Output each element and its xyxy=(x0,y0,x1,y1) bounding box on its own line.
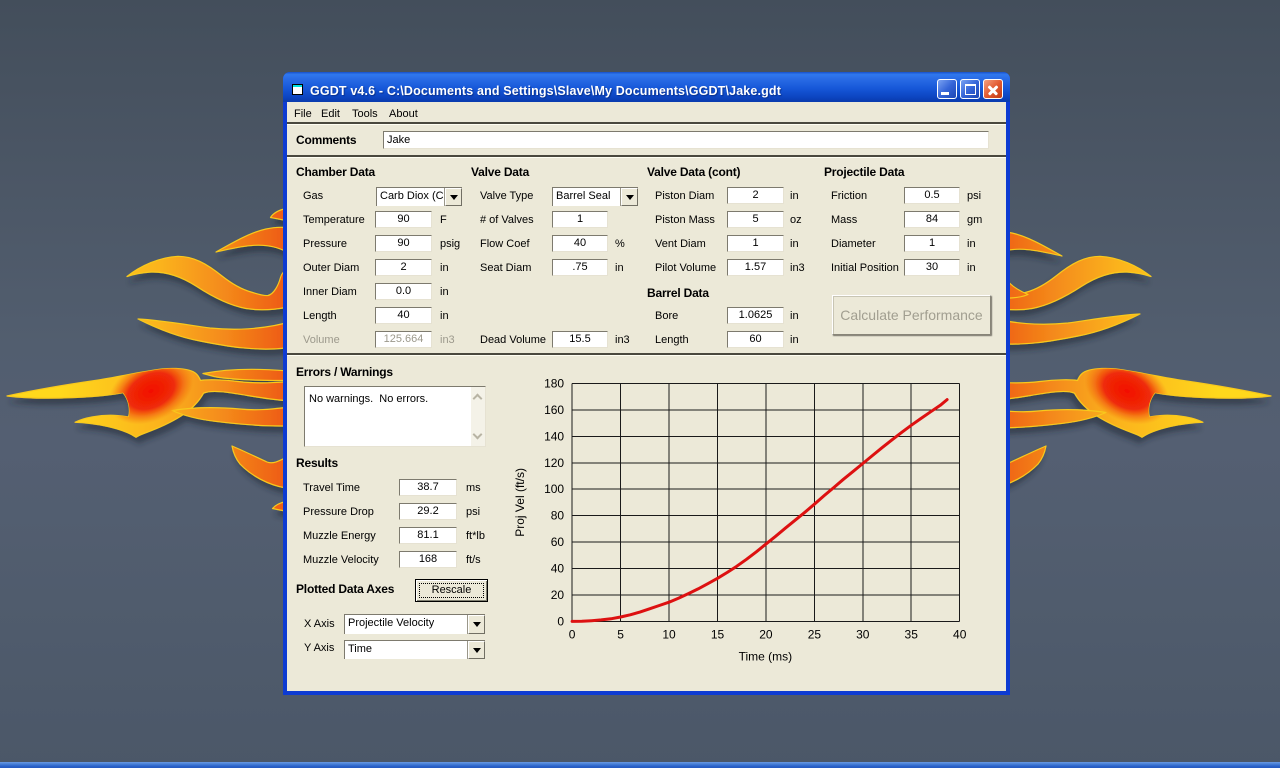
svg-text:160: 160 xyxy=(544,403,564,417)
svg-text:0: 0 xyxy=(557,614,564,628)
svg-text:80: 80 xyxy=(551,509,565,523)
svg-text:40: 40 xyxy=(551,562,565,576)
svg-text:15: 15 xyxy=(711,627,725,641)
svg-text:180: 180 xyxy=(544,377,564,391)
svg-text:140: 140 xyxy=(544,429,564,443)
svg-text:Time (ms): Time (ms) xyxy=(739,649,793,663)
svg-text:100: 100 xyxy=(544,482,564,496)
svg-text:Proj Vel (ft/s): Proj Vel (ft/s) xyxy=(513,468,527,537)
svg-text:10: 10 xyxy=(662,627,676,641)
svg-text:5: 5 xyxy=(617,627,624,641)
svg-text:25: 25 xyxy=(808,627,822,641)
svg-text:20: 20 xyxy=(759,627,773,641)
svg-text:60: 60 xyxy=(551,535,565,549)
svg-text:20: 20 xyxy=(551,588,565,602)
svg-text:40: 40 xyxy=(953,627,967,641)
svg-text:120: 120 xyxy=(544,456,564,470)
svg-text:35: 35 xyxy=(905,627,919,641)
svg-text:30: 30 xyxy=(856,627,870,641)
svg-text:0: 0 xyxy=(569,627,576,641)
